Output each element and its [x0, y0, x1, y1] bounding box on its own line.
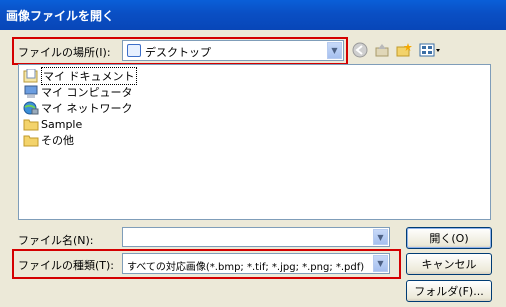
folder-icon — [23, 117, 39, 131]
folder-button[interactable]: フォルダ(F)... — [406, 280, 492, 302]
my-network-icon — [23, 101, 39, 115]
folder-icon — [23, 133, 39, 147]
list-item[interactable]: マイ ドキュメント — [23, 67, 137, 85]
list-item[interactable]: マイ コンピュータ — [23, 84, 133, 100]
file-name: マイ ネットワーク — [41, 102, 133, 115]
view-menu-icon[interactable] — [418, 41, 442, 59]
back-icon[interactable] — [351, 41, 369, 59]
filetype-value: すべての対応画像(*.bmp; *.tif; *.jpg; *.png; *.p… — [127, 262, 365, 273]
list-item[interactable]: その他 — [23, 132, 74, 148]
location-label: ファイルの場所(I): — [18, 46, 111, 59]
chevron-down-icon[interactable]: ▼ — [327, 42, 342, 59]
file-name: その他 — [41, 134, 74, 147]
list-item[interactable]: Sample — [23, 116, 82, 132]
location-dropdown[interactable]: デスクトップ ▼ — [122, 40, 344, 61]
list-item[interactable]: マイ ネットワーク — [23, 100, 133, 116]
up-folder-icon[interactable] — [373, 41, 391, 59]
desktop-icon — [127, 44, 141, 57]
location-value: デスクトップ — [145, 46, 211, 59]
cancel-button[interactable]: キャンセル — [406, 253, 492, 275]
chevron-down-icon[interactable]: ▼ — [373, 255, 388, 272]
my-computer-icon — [23, 85, 39, 99]
filename-input[interactable]: ▼ — [122, 227, 390, 247]
title-bar[interactable]: 画像ファイルを開く — [0, 0, 506, 30]
my-documents-icon — [23, 68, 39, 83]
new-folder-icon[interactable] — [395, 41, 413, 59]
file-name: Sample — [41, 117, 83, 131]
chevron-down-icon[interactable]: ▼ — [373, 229, 388, 245]
open-button[interactable]: 開く(O) — [406, 227, 492, 249]
filetype-dropdown[interactable]: すべての対応画像(*.bmp; *.tif; *.jpg; *.png; *.p… — [122, 253, 390, 274]
window-title: 画像ファイルを開く — [6, 9, 115, 23]
file-name: マイ コンピュータ — [41, 86, 133, 99]
filetype-label: ファイルの種類(T): — [18, 259, 115, 272]
file-list[interactable]: マイ ドキュメント マイ コンピュータ マイ ネットワーク Sample その他 — [18, 64, 491, 220]
file-name: マイ ドキュメント — [41, 67, 137, 85]
filename-label: ファイル名(N): — [18, 234, 94, 247]
